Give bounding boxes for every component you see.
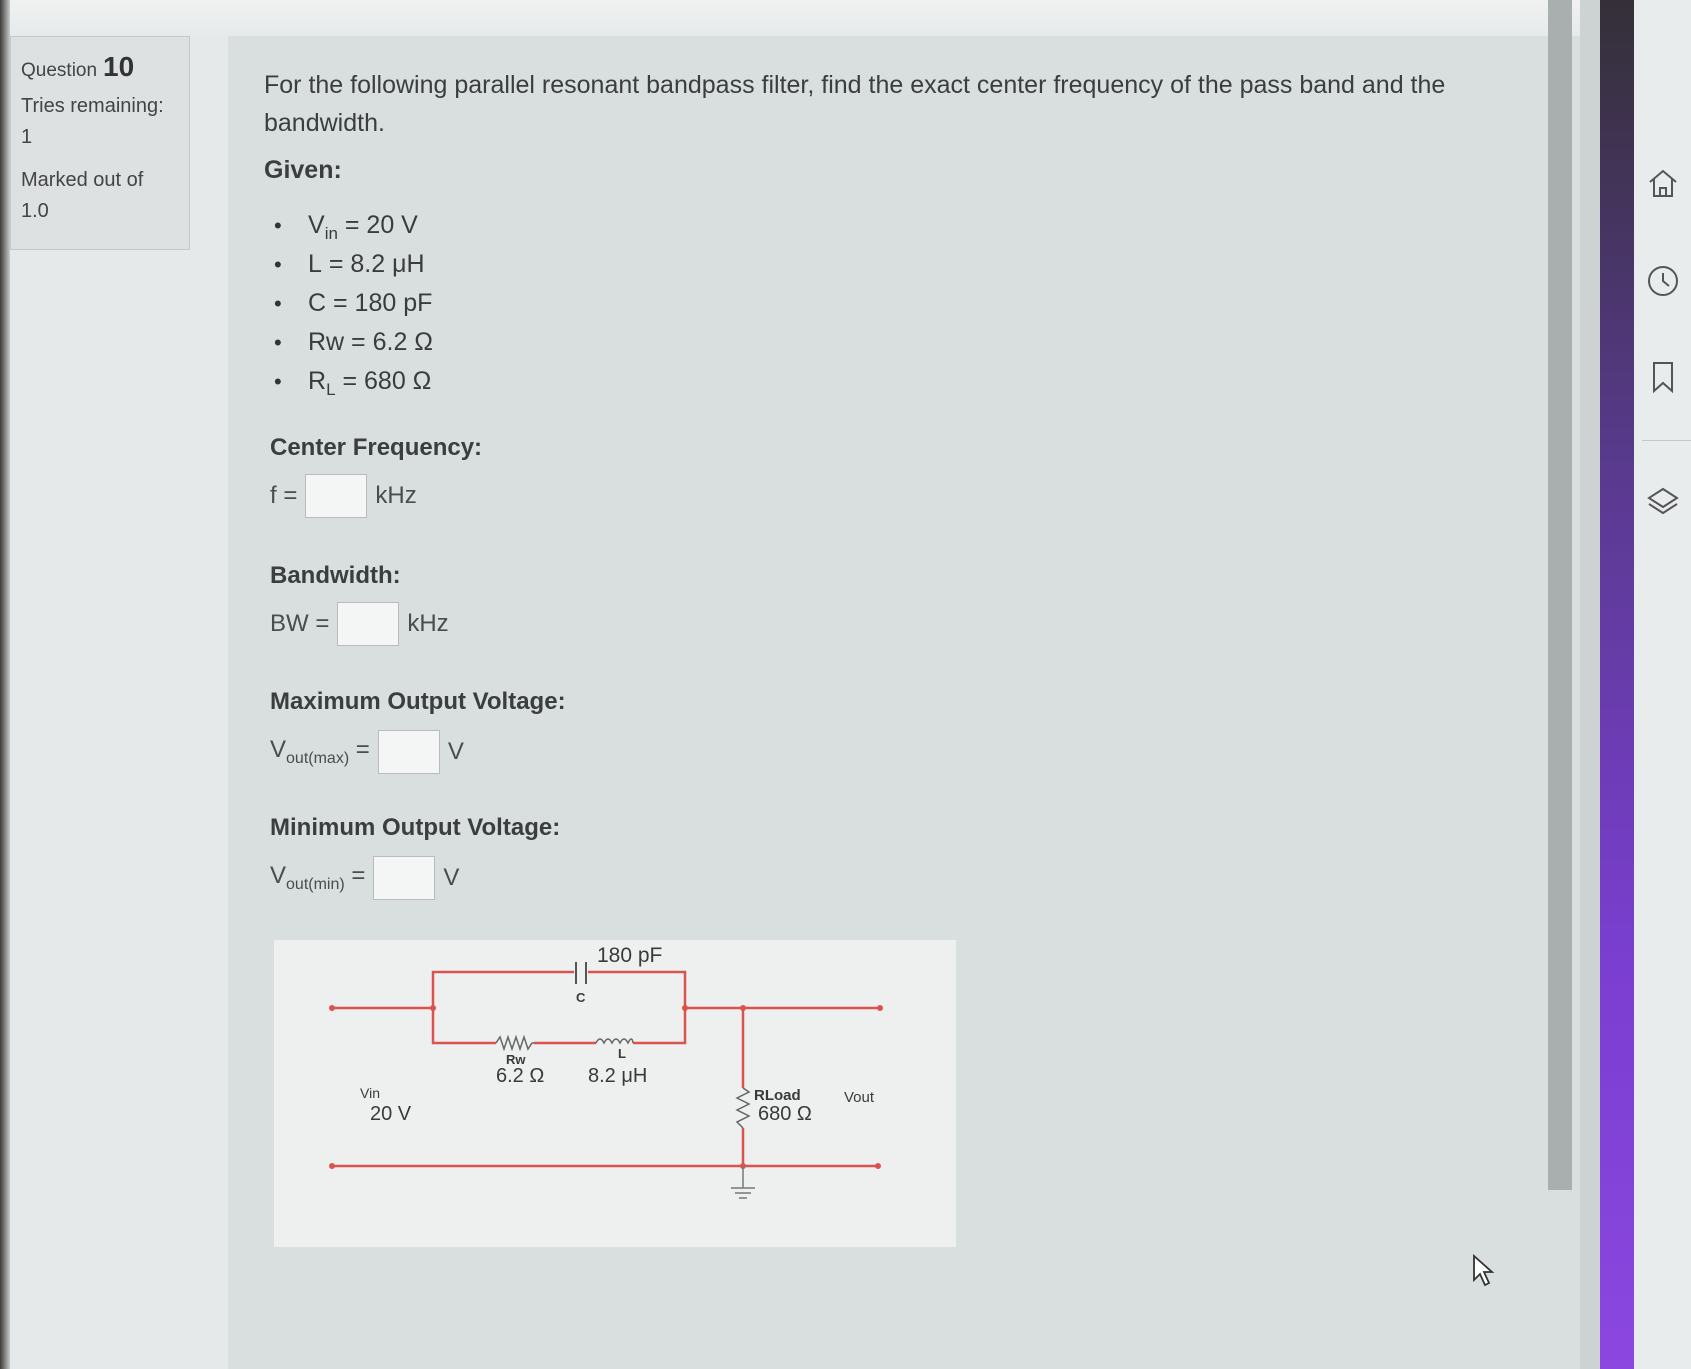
mouse-cursor-icon [1473, 1254, 1495, 1287]
bandwidth-row: BW = kHz [270, 602, 449, 646]
scrollbar[interactable] [1548, 0, 1572, 1190]
given-list: Vin = 20 V L = 8.2 μH C = 180 pF Rw = 6.… [274, 206, 433, 401]
home-icon[interactable] [1646, 166, 1680, 200]
given-item: L = 8.2 μH [274, 245, 433, 284]
tries-remaining: Tries remaining: 1 [21, 95, 164, 148]
max-output-voltage-input[interactable] [377, 730, 440, 774]
given-item: RL = 680 Ω [274, 362, 433, 401]
center-frequency-row: f = kHz [270, 474, 417, 518]
center-frequency-title: Center Frequency: [270, 434, 483, 461]
question-text: For the following parallel resonant band… [264, 71, 1446, 137]
left-shade [0, 0, 10, 1369]
bandwidth-title: Bandwidth: [270, 562, 401, 589]
clock-icon[interactable] [1646, 264, 1680, 298]
question-info-panel: Question 10 Tries remaining: 1 Marked out… [10, 36, 190, 250]
min-output-voltage-input[interactable] [373, 856, 436, 900]
right-border [1580, 0, 1600, 1369]
bookmark-icon[interactable] [1646, 360, 1680, 394]
question-content: For the following parallel resonant band… [228, 36, 1580, 1369]
toolbar-divider [1642, 440, 1691, 441]
bandwidth-input[interactable] [337, 602, 400, 646]
given-item: Vin = 20 V [274, 206, 433, 245]
side-toolbar [1634, 0, 1691, 1369]
marked-out-of: Marked out of 1.0 [21, 169, 144, 222]
given-item: Rw = 6.2 Ω [274, 323, 433, 362]
purple-sidebar-strip [1600, 0, 1634, 1369]
question-number: Question 10 [21, 51, 135, 82]
max-output-voltage-title: Maximum Output Voltage: [270, 688, 566, 715]
given-item: C = 180 pF [274, 284, 433, 323]
min-output-voltage-title: Minimum Output Voltage: [270, 814, 561, 841]
max-output-voltage-row: Vout(max) = V [270, 730, 464, 774]
center-frequency-input[interactable] [305, 474, 368, 518]
min-output-voltage-row: Vout(min) = V [270, 856, 459, 900]
top-gloss [0, 0, 1691, 40]
layers-icon[interactable] [1646, 485, 1680, 519]
given-title: Given: [264, 156, 342, 184]
